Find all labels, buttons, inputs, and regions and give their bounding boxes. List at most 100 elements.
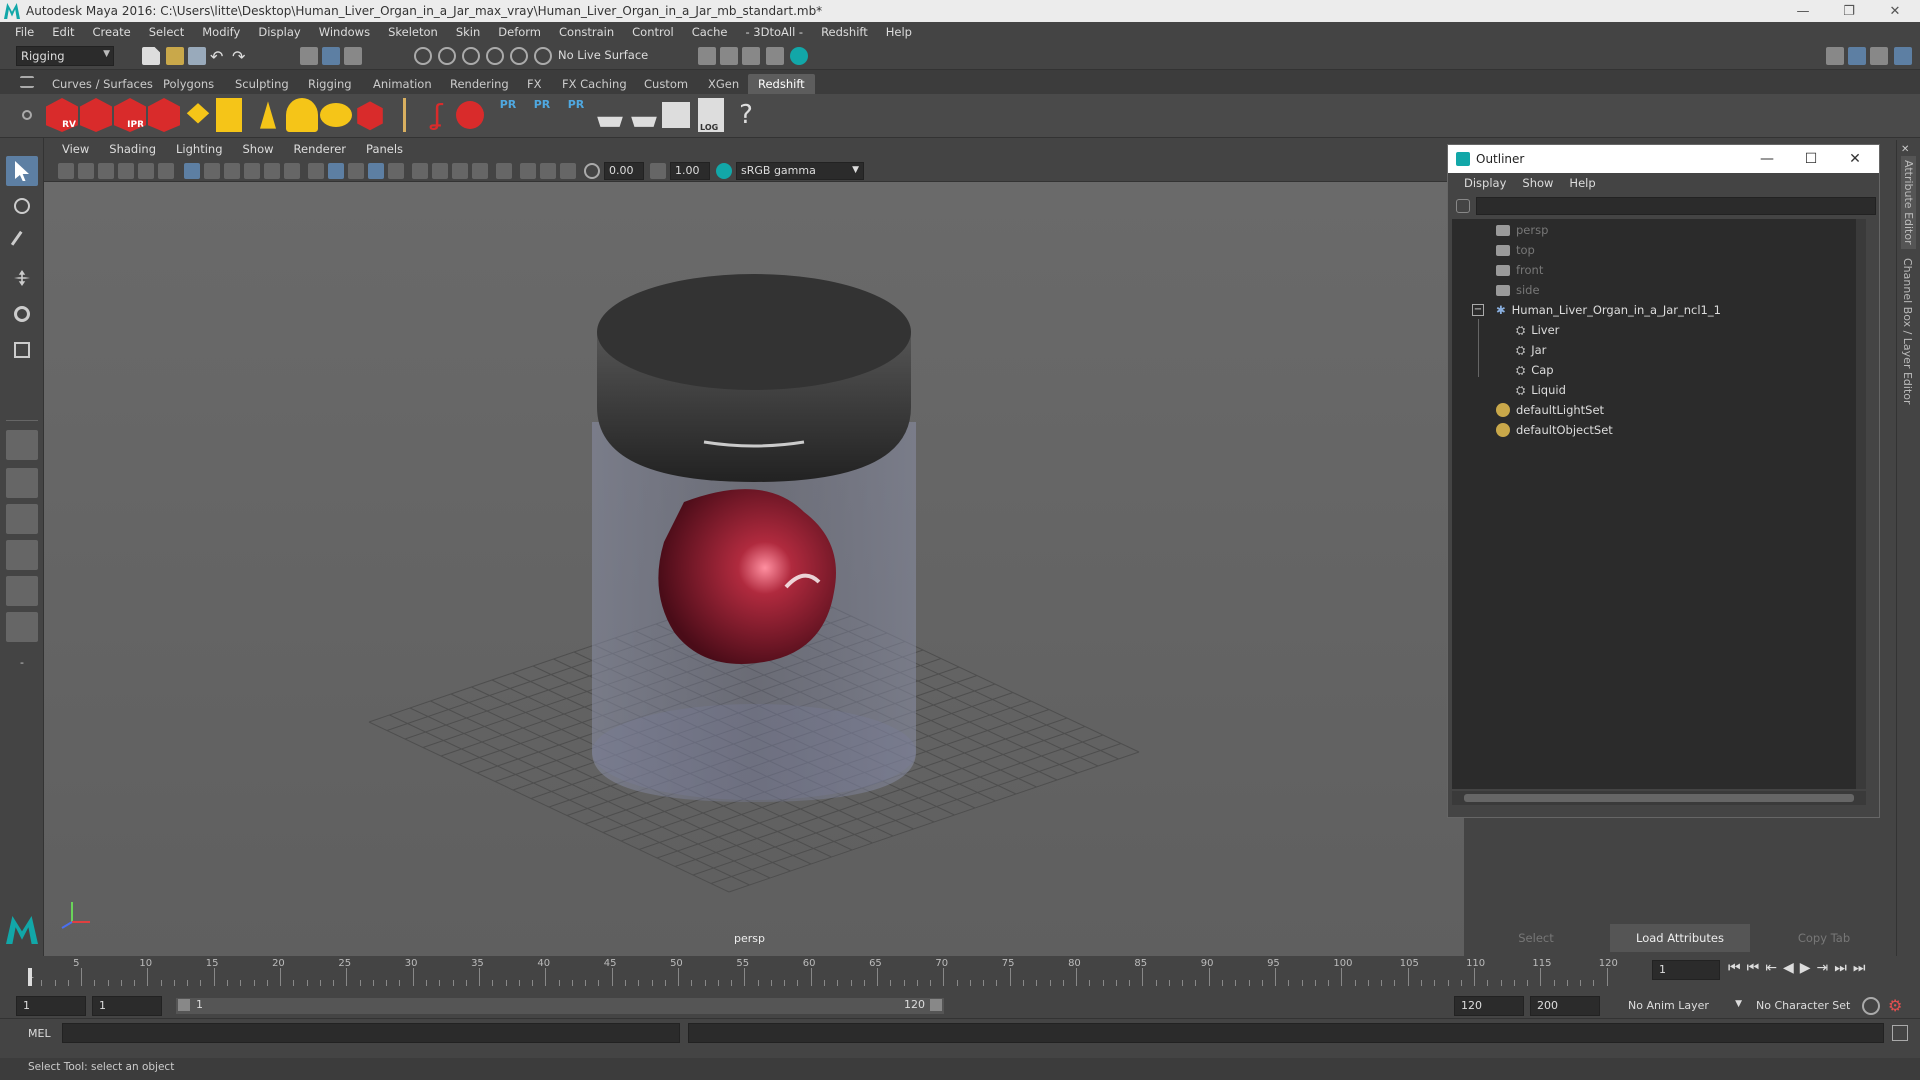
menu-create[interactable]: Create [84, 25, 140, 39]
menu-constrain[interactable]: Constrain [550, 25, 623, 39]
menu-redshift[interactable]: Redshift [812, 25, 877, 39]
viewport-menu-panels[interactable]: Panels [356, 142, 413, 156]
playback-start-field[interactable]: 1 [92, 996, 162, 1016]
list-item[interactable]: persp [1496, 221, 1548, 239]
rotate-tool-icon[interactable] [6, 300, 38, 330]
redshift-bake-set-icon[interactable] [631, 116, 657, 127]
xray-joints-icon[interactable] [540, 163, 556, 179]
use-all-lights-icon[interactable] [388, 163, 404, 179]
tab-sculpting[interactable]: Sculpting [225, 74, 299, 94]
maximize-icon[interactable]: ☐ [1789, 145, 1833, 173]
menu-deform[interactable]: Deform [489, 25, 550, 39]
menu-cache[interactable]: Cache [683, 25, 737, 39]
lasso-tool-icon[interactable] [6, 192, 38, 222]
perspective-viewport[interactable]: persp [44, 182, 1464, 956]
tab-fx[interactable]: FX [517, 74, 552, 94]
pr-export-icon[interactable]: PR [526, 98, 558, 132]
wireframe-on-shaded-icon[interactable] [348, 163, 364, 179]
textured-icon[interactable] [368, 163, 384, 179]
animation-preferences-icon[interactable]: ⚙ [1888, 997, 1906, 1015]
step-back-key-icon[interactable]: ⏮ [1747, 960, 1760, 984]
color-space-dropdown[interactable]: sRGB gamma ▼ [736, 162, 864, 180]
viewport-menu-show[interactable]: Show [233, 142, 284, 156]
outliner-menu-display[interactable]: Display [1456, 176, 1514, 190]
uv-editor-layout-icon[interactable] [6, 612, 38, 642]
anti-aliasing-icon[interactable] [472, 163, 488, 179]
camera-select-icon[interactable] [58, 163, 74, 179]
select-by-object-icon[interactable] [322, 47, 340, 65]
live-surface-field[interactable]: No Live Surface [554, 46, 654, 66]
hypershade-layout-icon[interactable] [6, 576, 38, 606]
snap-curve-icon[interactable] [438, 47, 456, 65]
redshift-log-icon[interactable]: LOG [698, 98, 724, 132]
minimize-icon[interactable]: — [1780, 0, 1826, 22]
render-settings-icon[interactable] [766, 47, 784, 65]
image-plane-icon[interactable] [118, 163, 134, 179]
save-scene-icon[interactable] [188, 47, 206, 65]
shadows-icon[interactable] [412, 163, 428, 179]
menu-edit[interactable]: Edit [43, 25, 83, 39]
playback-end-field[interactable]: 120 [1454, 996, 1524, 1016]
redshift-ies-light-icon[interactable] [260, 101, 276, 129]
tab-xgen[interactable]: XGen [698, 74, 749, 94]
timeline-ruler[interactable]: 1510152025303540455055606570758085909510… [28, 956, 1640, 986]
shelf-options-icon[interactable] [22, 110, 32, 120]
tab-animation[interactable]: Animation [363, 74, 442, 94]
redo-icon[interactable]: ↷ [232, 47, 250, 66]
redshift-dome-light-icon[interactable] [286, 98, 318, 132]
tab-curves-surfaces[interactable]: Curves / Surfaces [42, 74, 163, 94]
menu-display[interactable]: Display [249, 25, 309, 39]
open-scene-icon[interactable] [166, 47, 184, 65]
isolate-select-icon[interactable] [496, 163, 512, 179]
hypershade-icon[interactable] [790, 47, 808, 65]
smooth-shade-icon[interactable] [328, 163, 344, 179]
2d-pan-zoom-icon[interactable] [138, 163, 154, 179]
step-back-frame-icon[interactable]: ⇤ [1765, 960, 1777, 984]
go-to-start-icon[interactable]: ⏮ [1728, 960, 1741, 984]
redshift-portal-light-icon[interactable] [216, 98, 242, 132]
go-to-end-icon[interactable]: ⏭ [1853, 960, 1866, 984]
new-scene-icon[interactable] [142, 47, 160, 65]
exposure-field[interactable]: 0.00 [604, 162, 644, 180]
render-current-icon[interactable] [698, 47, 716, 65]
list-item[interactable]: defaultObjectSet [1496, 421, 1613, 439]
playback-range-bar[interactable]: 1 120 [176, 998, 944, 1014]
list-item[interactable]: ⛭ Liver [1516, 321, 1559, 339]
list-item[interactable]: ⛭ Liquid [1516, 381, 1566, 399]
tool-settings-icon[interactable] [1870, 47, 1888, 65]
select-by-component-icon[interactable] [344, 47, 362, 65]
minimize-icon[interactable]: — [1745, 145, 1789, 173]
resolution-gate-icon[interactable] [224, 163, 240, 179]
list-item[interactable]: top [1496, 241, 1535, 259]
channel-box-toggle-icon[interactable] [1894, 47, 1912, 65]
menu-set-dropdown[interactable]: Rigging ▼ [16, 46, 114, 66]
time-slider[interactable]: 1510152025303540455055606570758085909510… [0, 956, 1920, 994]
list-item[interactable]: − ✱ Human_Liver_Organ_in_a_Jar_ncl1_1 [1472, 301, 1721, 319]
step-forward-frame-icon[interactable]: ⇥ [1817, 960, 1829, 984]
redshift-volume-icon[interactable] [390, 98, 422, 132]
refresh-icon[interactable] [1456, 199, 1470, 213]
redshift-script-icon[interactable] [662, 102, 690, 128]
list-item[interactable]: ⛭ Cap [1516, 361, 1554, 379]
snap-view-plane-icon[interactable] [486, 47, 504, 65]
exposure-icon[interactable] [584, 163, 600, 179]
close-icon[interactable]: ✕ [1872, 0, 1918, 22]
four-view-layout-icon[interactable] [6, 468, 38, 498]
select-by-hierarchy-icon[interactable] [300, 47, 318, 65]
menu-skin[interactable]: Skin [447, 25, 489, 39]
tab-redshift[interactable]: Redshift [748, 74, 815, 94]
field-chart-icon[interactable] [264, 163, 280, 179]
collapse-icon[interactable]: − [1472, 304, 1484, 316]
tab-attribute-editor[interactable]: Attribute Editor [1901, 156, 1916, 249]
menu-select[interactable]: Select [140, 25, 193, 39]
gamma-field[interactable]: 1.00 [670, 162, 710, 180]
character-set-dropdown[interactable]: No Character Set [1750, 996, 1870, 1016]
menu-3dtoall[interactable]: - 3DtoAll - [736, 25, 812, 39]
gate-mask-icon[interactable] [244, 163, 260, 179]
redshift-sun-sky-icon[interactable] [320, 103, 352, 127]
restore-icon[interactable]: ❐ [1826, 0, 1872, 22]
redshift-render-icon[interactable] [80, 98, 112, 132]
tab-fx-caching[interactable]: FX Caching [552, 74, 637, 94]
copy-tab-button[interactable]: Copy Tab [1754, 924, 1894, 952]
scale-tool-icon[interactable] [6, 336, 38, 366]
